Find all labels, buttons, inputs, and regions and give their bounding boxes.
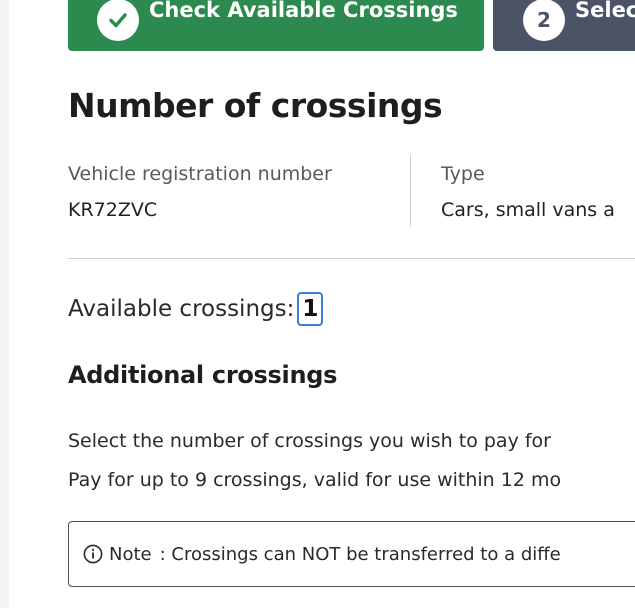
info-icon — [83, 544, 103, 564]
step-number-badge: 2 — [523, 0, 565, 41]
vehicle-registration: Vehicle registration number KR72ZVC — [68, 156, 332, 228]
step-label: Select — [575, 0, 635, 22]
step-select[interactable]: 2 Select — [493, 0, 635, 51]
additional-crossings-heading: Additional crossings — [68, 361, 338, 389]
registration-value: KR72ZVC — [68, 199, 158, 221]
available-crossings-count[interactable]: 1 — [297, 292, 324, 326]
additional-crossings-description: Select the number of crossings you wish … — [68, 422, 561, 500]
type-label: Type — [441, 163, 485, 185]
type-value: Cars, small vans a — [441, 199, 615, 221]
note-label: Note — [109, 543, 152, 565]
note-text: : Crossings can NOT be transferred to a … — [159, 543, 561, 565]
note-box: Note : Crossings can NOT be transferred … — [68, 521, 635, 587]
checkmark-icon — [97, 0, 139, 41]
step-check-available-crossings[interactable]: Check Available Crossings — [68, 0, 484, 51]
available-crossings: Available crossings: 1 — [68, 292, 324, 326]
description-line-2: Pay for up to 9 crossings, valid for use… — [68, 469, 562, 491]
vertical-divider — [410, 155, 411, 227]
available-crossings-label: Available crossings: — [68, 296, 295, 322]
vehicle-type: Type Cars, small vans a — [441, 156, 615, 228]
registration-label: Vehicle registration number — [68, 163, 332, 185]
description-line-1: Select the number of crossings you wish … — [68, 430, 551, 452]
page-content: Check Available Crossings 2 Select Numbe… — [9, 0, 635, 608]
section-divider — [68, 258, 635, 259]
page-title: Number of crossings — [68, 86, 443, 125]
step-label: Check Available Crossings — [149, 0, 458, 22]
